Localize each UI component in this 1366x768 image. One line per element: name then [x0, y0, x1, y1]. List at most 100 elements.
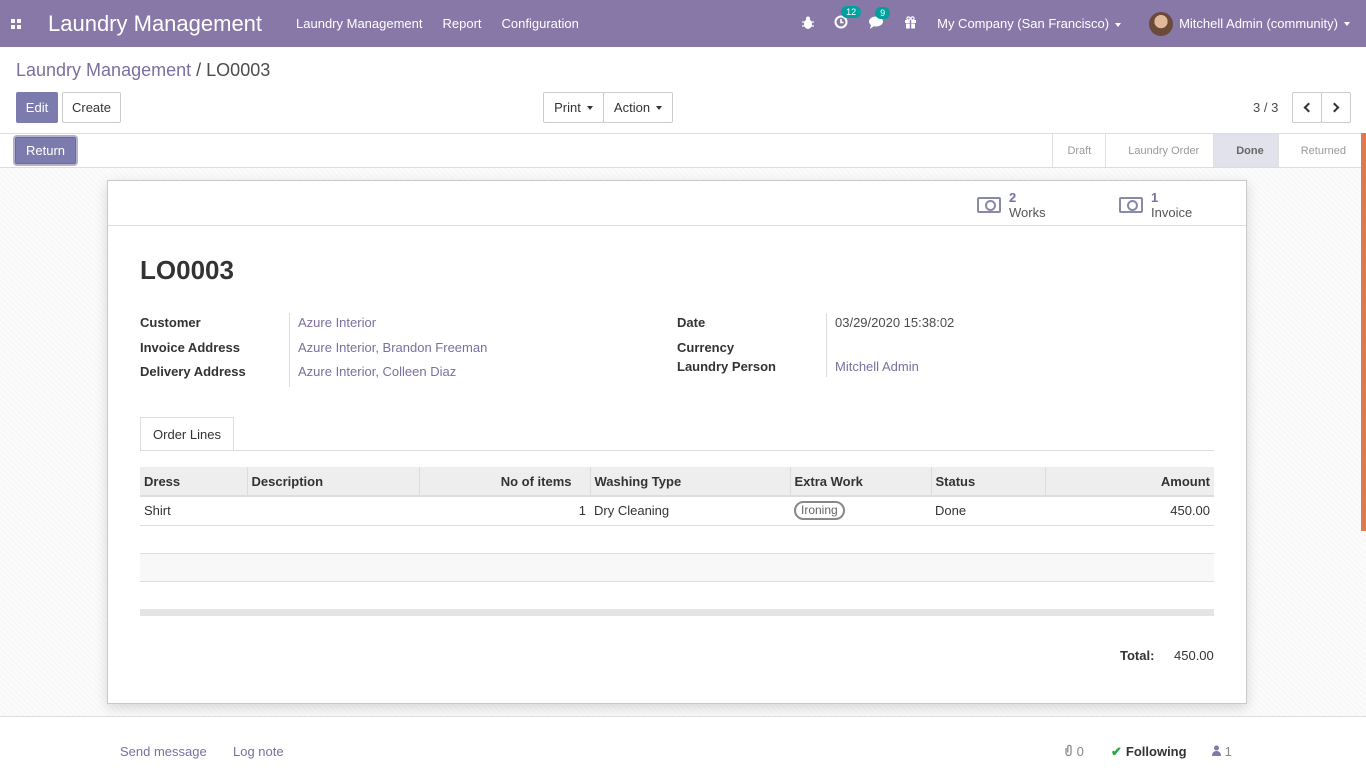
- delivery-address-label: Delivery Address: [140, 364, 246, 379]
- log-note-button[interactable]: Log note: [233, 744, 284, 759]
- date-label: Date: [677, 315, 706, 330]
- chatter: Send message Log note 0 ✔ Following 1: [0, 716, 1366, 768]
- invoice-address-label: Invoice Address: [140, 340, 240, 355]
- works-count: 2: [1009, 190, 1017, 205]
- field-divider: [826, 313, 827, 377]
- cell-extra-work: Ironing: [790, 496, 931, 526]
- scrollbar[interactable]: [1361, 133, 1366, 531]
- delivery-address-link[interactable]: Azure Interior, Colleen Diaz: [298, 364, 456, 379]
- column-description[interactable]: Description: [247, 467, 420, 497]
- works-smart-button[interactable]: 2 Works: [977, 191, 1046, 221]
- record-title: LO0003: [140, 255, 234, 285]
- laundry-person-link[interactable]: Mitchell Admin: [835, 359, 919, 374]
- invoice-address-link[interactable]: Azure Interior, Brandon Freeman: [298, 340, 487, 355]
- create-button[interactable]: Create: [62, 92, 121, 123]
- customer-label: Customer: [140, 315, 201, 330]
- cell-status: Done: [931, 496, 1045, 526]
- breadcrumb-parent[interactable]: Laundry Management: [16, 60, 191, 80]
- cell-washing-type: Dry Cleaning: [590, 496, 790, 526]
- activity-count-badge: 12: [841, 6, 862, 18]
- pager-previous-button[interactable]: [1292, 92, 1322, 123]
- debug-bug-icon[interactable]: [802, 16, 815, 32]
- message-count-badge: 9: [875, 6, 891, 19]
- status-stages: Draft Laundry Order Done Returned: [1052, 134, 1360, 167]
- money-icon: [1119, 197, 1143, 213]
- gift-icon[interactable]: [904, 15, 917, 32]
- menu-laundry-management[interactable]: Laundry Management: [296, 16, 422, 31]
- cell-amount: 450.00: [1045, 496, 1214, 526]
- column-dress[interactable]: Dress: [140, 467, 248, 497]
- empty-row: [140, 525, 1214, 554]
- column-status[interactable]: Status: [931, 467, 1046, 497]
- menu-report[interactable]: Report: [443, 16, 482, 31]
- field-divider: [289, 313, 290, 387]
- column-washing-type[interactable]: Washing Type: [590, 467, 791, 497]
- followers-button[interactable]: 1: [1212, 744, 1232, 759]
- stage-returned: Returned: [1277, 134, 1360, 167]
- chevron-right-icon: [1329, 102, 1340, 113]
- avatar: [1149, 11, 1174, 36]
- user-icon: [1212, 745, 1221, 756]
- order-lines-table: Dress Description No of items Washing Ty…: [140, 467, 1214, 610]
- invoice-smart-button[interactable]: 1 Invoice: [1119, 191, 1192, 221]
- invoice-count: 1: [1151, 190, 1159, 205]
- empty-row: [140, 581, 1214, 610]
- form-sheet: 2 Works 1 Invoice LO0003 Customer Azure …: [107, 180, 1247, 704]
- form-statusbar: Return Draft Laundry Order Done Returned: [0, 133, 1366, 168]
- action-label: Action: [613, 100, 651, 115]
- pager-value[interactable]: 3 / 3: [1253, 100, 1278, 115]
- messages-chat-icon[interactable]: 9: [868, 6, 891, 32]
- tab-divider: [140, 450, 1214, 451]
- tab-order-lines[interactable]: Order Lines: [140, 417, 234, 451]
- print-label: Print: [554, 100, 581, 115]
- breadcrumb-separator: /: [196, 60, 202, 80]
- chevron-left-icon: [1303, 102, 1314, 113]
- column-amount[interactable]: Amount: [1045, 467, 1214, 497]
- print-dropdown[interactable]: Print: [543, 92, 604, 123]
- total-label: Total:: [1120, 648, 1155, 663]
- check-icon: ✔: [1111, 744, 1122, 759]
- send-message-button[interactable]: Send message: [120, 744, 207, 759]
- invoice-label: Invoice: [1151, 205, 1193, 220]
- apps-menu-icon[interactable]: [0, 0, 32, 47]
- table-footer: [140, 609, 1214, 616]
- customer-link[interactable]: Azure Interior: [298, 315, 376, 330]
- empty-row: [140, 553, 1214, 582]
- user-name: Mitchell Admin (community): [1179, 16, 1338, 31]
- stage-draft: Draft: [1052, 134, 1105, 167]
- attachments-button[interactable]: 0: [1064, 744, 1084, 759]
- table-header-row: Dress Description No of items Washing Ty…: [140, 467, 1214, 497]
- company-switcher[interactable]: My Company (San Francisco): [937, 16, 1122, 31]
- stage-done: Done: [1213, 134, 1278, 167]
- column-extra-work[interactable]: Extra Work: [790, 467, 932, 497]
- stage-laundry-order: Laundry Order: [1105, 134, 1213, 167]
- laundry-person-label: Laundry Person: [677, 359, 776, 374]
- activity-clock-icon[interactable]: 12: [834, 6, 862, 32]
- breadcrumb: Laundry Management / LO0003: [16, 60, 270, 81]
- edit-button[interactable]: Edit: [16, 92, 58, 123]
- following-label: Following: [1125, 744, 1187, 759]
- following-button[interactable]: ✔ Following: [1111, 744, 1187, 760]
- total-value: 450.00: [1174, 648, 1214, 663]
- currency-label: Currency: [677, 340, 735, 355]
- extra-work-tag: Ironing: [794, 501, 845, 521]
- menu-configuration[interactable]: Configuration: [502, 16, 579, 31]
- caret-down-icon: [1115, 22, 1122, 27]
- money-icon: [977, 197, 1001, 213]
- table-row[interactable]: Shirt 1 Dry Cleaning Ironing Done 450.00: [140, 496, 1214, 526]
- cell-dress: Shirt: [140, 496, 247, 526]
- app-brand[interactable]: Laundry Management: [48, 11, 262, 37]
- main-menu: Laundry Management Report Configuration: [296, 16, 579, 31]
- paperclip-icon: [1065, 744, 1072, 757]
- cell-items: 1: [419, 496, 590, 526]
- user-menu[interactable]: Mitchell Admin (community): [1149, 11, 1350, 36]
- caret-down-icon: [586, 105, 593, 110]
- date-value: 03/29/2020 15:38:02: [835, 315, 955, 330]
- column-items[interactable]: No of items: [419, 467, 591, 497]
- action-dropdown[interactable]: Action: [603, 92, 673, 123]
- pager-next-button[interactable]: [1321, 92, 1351, 123]
- smart-button-box: 2 Works 1 Invoice: [108, 181, 1246, 226]
- company-name: My Company (San Francisco): [937, 16, 1110, 31]
- return-button[interactable]: Return: [15, 137, 76, 164]
- caret-down-icon: [656, 105, 663, 110]
